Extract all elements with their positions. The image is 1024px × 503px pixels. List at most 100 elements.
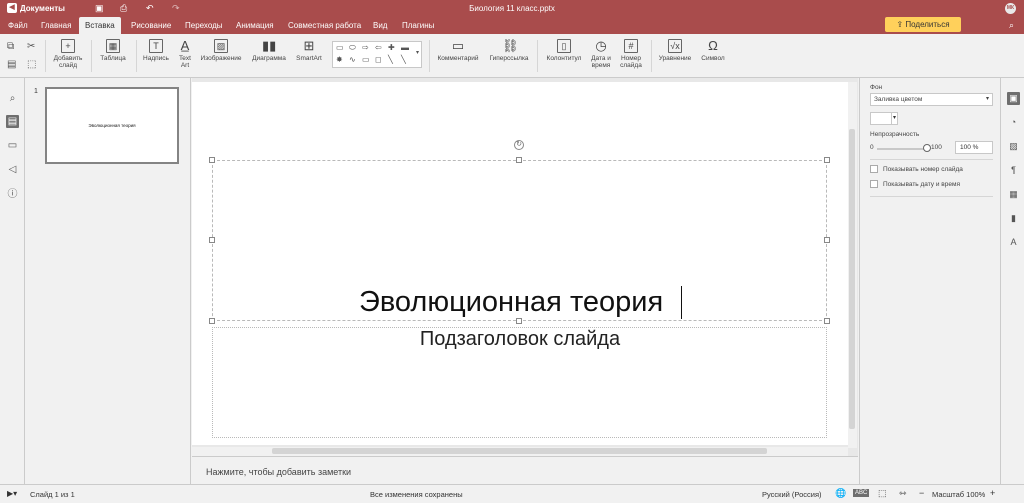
slide-number-button[interactable]: # Номер слайда xyxy=(617,39,645,69)
image-settings-icon[interactable]: ▨ xyxy=(1007,140,1020,153)
share-button[interactable]: ⇪ Поделиться xyxy=(885,17,961,32)
menu-bar: Файл Главная Вставка Рисование Переходы … xyxy=(0,17,1024,34)
comments-icon[interactable]: ▭ xyxy=(6,139,19,152)
slide-title[interactable]: Эволюционная теория xyxy=(359,286,663,319)
cross-shape-icon[interactable]: ✚ xyxy=(388,43,395,52)
show-datetime-checkbox[interactable] xyxy=(870,180,878,188)
minus-shape-icon[interactable]: ▬ xyxy=(401,43,409,52)
symbol-button[interactable]: Ω Символ xyxy=(698,38,728,63)
table-settings-icon[interactable]: ▦ xyxy=(1007,188,1020,201)
slides-panel-icon[interactable]: ▤ xyxy=(6,115,19,128)
tab-view[interactable]: Вид xyxy=(367,17,393,34)
add-slide-label-2: слайд xyxy=(58,62,78,69)
opacity-max: 100 xyxy=(931,144,942,151)
opacity-slider[interactable] xyxy=(877,148,927,150)
spellcheck-icon[interactable]: ABC xyxy=(853,489,870,497)
fit-slide-icon[interactable]: ⬚ xyxy=(878,488,887,499)
slide-number-label-2: слайда xyxy=(620,62,642,69)
fill-type-select[interactable]: Заливка цветом ▾ xyxy=(870,93,993,106)
notes-area[interactable]: Нажмите, чтобы добавить заметки xyxy=(192,456,858,484)
tab-animation[interactable]: Анимация xyxy=(230,17,280,34)
tab-file[interactable]: Файл xyxy=(2,17,34,34)
omega-icon: Ω xyxy=(708,38,718,53)
table-button[interactable]: ▦ Таблица xyxy=(97,39,129,62)
resize-handle[interactable] xyxy=(824,157,830,163)
resize-handle[interactable] xyxy=(209,318,215,324)
user-avatar[interactable]: МК xyxy=(1005,3,1016,14)
slide-settings-icon[interactable]: ▣ xyxy=(1007,92,1020,105)
hyperlink-label: Гиперссылка xyxy=(489,55,529,62)
tab-collaboration[interactable]: Совместная работа xyxy=(282,17,367,34)
resize-handle[interactable] xyxy=(209,157,215,163)
tab-transitions[interactable]: Переходы xyxy=(179,17,229,34)
show-slide-number-checkbox[interactable] xyxy=(870,165,878,173)
opacity-slider-handle[interactable] xyxy=(923,144,931,152)
globe-icon[interactable]: 🌐 xyxy=(835,488,846,499)
tab-plugins[interactable]: Плагины xyxy=(396,17,440,34)
slide-counter: Слайд 1 из 1 xyxy=(30,490,75,499)
rectangle-shape-icon[interactable]: ▭ xyxy=(336,43,344,52)
horizontal-scrollbar[interactable] xyxy=(192,447,848,456)
resize-handle[interactable] xyxy=(824,237,830,243)
opacity-value: 100 % xyxy=(960,144,979,151)
paste-icon[interactable]: ▤ xyxy=(7,60,16,70)
hyperlink-button[interactable]: ⛓ Гиперссылка xyxy=(486,39,532,63)
scroll-thumb[interactable] xyxy=(849,129,855,429)
speaker-icon[interactable]: ◁ xyxy=(6,163,19,176)
slide-subtitle[interactable]: Подзаголовок слайда xyxy=(212,328,828,351)
resize-handle[interactable] xyxy=(209,237,215,243)
left-arrow-shape-icon[interactable]: ⇦ xyxy=(375,43,382,52)
diagonal-shape-icon[interactable]: ╲ xyxy=(401,55,406,64)
wave-shape-icon[interactable]: ∿ xyxy=(349,55,356,64)
tab-home[interactable]: Главная xyxy=(35,17,77,34)
tab-insert[interactable]: Вставка xyxy=(79,17,121,34)
shapes-gallery[interactable]: ▭ ⬭ ⇨ ⇦ ✚ ▬ ✸ ∿ ▭ ◻ ╲ ╲ ▾ xyxy=(332,41,422,68)
copy-icon[interactable]: ⧉ xyxy=(7,42,14,52)
callout-shape-icon[interactable]: ▭ xyxy=(362,55,370,64)
image-button[interactable]: ▨ Изображение xyxy=(198,39,244,62)
textart-button[interactable]: A̲ Text Art xyxy=(175,39,195,70)
fill-color-picker[interactable]: ▾ xyxy=(870,112,898,125)
slide-number-icon: # xyxy=(624,39,638,53)
textart-settings-icon[interactable]: A xyxy=(1007,236,1020,249)
textbox-button[interactable]: T Надпись xyxy=(141,39,171,62)
resize-handle[interactable] xyxy=(516,157,522,163)
add-slide-button[interactable]: + Добавить слайд xyxy=(51,39,85,69)
search-icon[interactable]: ⌕ xyxy=(1009,20,1014,31)
zoom-out-icon[interactable]: − xyxy=(919,488,924,498)
line-shape-icon[interactable]: ╲ xyxy=(388,55,393,64)
comment-button[interactable]: ▭ Комментарий xyxy=(434,39,482,63)
header-footer-button[interactable]: ▯ Колонтитул xyxy=(543,39,585,62)
chevron-down-icon[interactable]: ▾ xyxy=(416,49,419,56)
scroll-thumb[interactable] xyxy=(272,448,767,454)
info-icon[interactable]: ⓘ xyxy=(6,188,19,201)
datetime-button[interactable]: ◷ Дата и время xyxy=(588,39,614,70)
equation-button[interactable]: √x Уравнение xyxy=(656,39,694,62)
select-all-icon[interactable]: ⬚ xyxy=(27,60,36,70)
speech-shape-icon[interactable]: ◻ xyxy=(375,55,382,64)
cut-icon[interactable]: ✂ xyxy=(27,42,35,52)
resize-handle[interactable] xyxy=(824,318,830,324)
slide-thumbnail[interactable]: Эволюционная теория xyxy=(45,87,179,164)
right-arrow-shape-icon[interactable]: ⇨ xyxy=(362,43,369,52)
tab-draw[interactable]: Рисование xyxy=(125,17,177,34)
fit-width-icon[interactable]: ⇿ xyxy=(899,488,907,499)
search-icon[interactable]: ⌕ xyxy=(6,92,19,105)
shape-settings-icon[interactable]: ◔ xyxy=(1007,116,1020,129)
zoom-in-icon[interactable]: + xyxy=(990,488,995,498)
symbol-label: Символ xyxy=(701,55,725,62)
play-slideshow-icon[interactable]: ▶▾ xyxy=(7,489,17,498)
star-shape-icon[interactable]: ✸ xyxy=(336,55,343,64)
chart-settings-icon[interactable]: ▮ xyxy=(1007,212,1020,225)
vertical-scrollbar[interactable] xyxy=(848,82,857,448)
fill-type-value: Заливка цветом xyxy=(874,96,923,103)
chart-button[interactable]: ▮▮ Диаграмма xyxy=(249,39,289,63)
rotate-handle-icon[interactable]: ↻ xyxy=(514,140,524,150)
paragraph-settings-icon[interactable]: ¶ xyxy=(1007,164,1020,177)
language-selector[interactable]: Русский (Россия) xyxy=(762,490,822,499)
opacity-input[interactable]: 100 % xyxy=(955,141,993,154)
smartart-icon: ⊞ xyxy=(303,38,315,53)
ellipse-shape-icon[interactable]: ⬭ xyxy=(349,43,356,53)
smartart-button[interactable]: ⊞ SmartArt xyxy=(292,38,326,63)
zoom-level: Масштаб 100% xyxy=(932,490,986,499)
